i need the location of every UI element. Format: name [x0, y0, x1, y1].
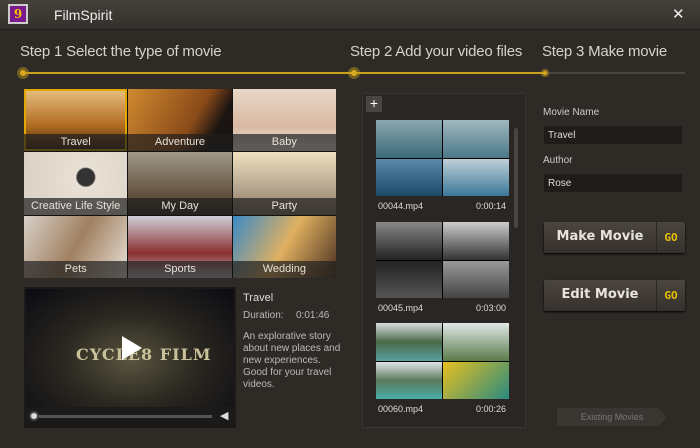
list-scrollbar[interactable] — [514, 128, 518, 228]
close-button[interactable]: ✕ — [672, 5, 685, 23]
category-label: My Day — [128, 197, 232, 215]
volume-icon[interactable]: ◀ — [220, 409, 228, 422]
seek-bar[interactable] — [32, 415, 212, 418]
category-party[interactable]: Party — [232, 152, 336, 215]
step-1-label: Step 1 Select the type of movie — [20, 43, 222, 60]
preview-name: Travel — [243, 292, 274, 304]
clip-name: 00044.mp4 — [378, 201, 424, 211]
category-my-day[interactable]: My Day — [128, 152, 232, 215]
step-3-label: Step 3 Make movie — [542, 43, 667, 60]
category-sports[interactable]: Sports — [128, 215, 232, 278]
step-2-label: Step 2 Add your video files — [350, 43, 523, 60]
step-1-dot[interactable] — [17, 67, 29, 79]
clip-name: 00060.mp4 — [378, 404, 424, 414]
progress-track-done — [22, 72, 545, 74]
category-label: Adventure — [128, 134, 232, 152]
category-label: Travel — [24, 134, 128, 152]
video-title-text: CYCLE8 FILM — [76, 345, 212, 364]
go-icon: GO — [656, 280, 685, 311]
step-3-dot[interactable] — [540, 68, 550, 78]
category-label: Sports — [128, 260, 232, 278]
clip-duration: 0:00:14 — [476, 201, 507, 211]
make-movie-button[interactable]: Make Movie GO — [544, 222, 685, 253]
category-label: Creative Life Style — [24, 197, 128, 215]
seek-handle[interactable] — [29, 411, 39, 421]
category-pets[interactable]: Pets — [24, 215, 128, 278]
duration-label: Duration: — [243, 310, 284, 321]
category-baby[interactable]: Baby — [232, 89, 336, 152]
clip-duration: 0:03:00 — [476, 303, 507, 313]
clip-thumbnail[interactable] — [376, 323, 509, 399]
preview-video[interactable]: CYCLE8 FILM — [26, 289, 234, 407]
category-wedding[interactable]: Wedding — [232, 215, 336, 278]
preview-player: CYCLE8 FILM ◀ — [24, 287, 236, 428]
movie-type-grid: Travel Adventure Baby Creative Life Styl… — [24, 89, 336, 278]
existing-movies-button[interactable]: Existing Movies — [557, 408, 667, 426]
play-icon[interactable] — [122, 336, 142, 360]
movie-name-label: Movie Name — [543, 107, 600, 118]
movie-name-input[interactable] — [543, 125, 683, 145]
author-input[interactable] — [543, 173, 683, 193]
clip-thumbnail[interactable] — [376, 222, 509, 298]
step-2-dot[interactable] — [348, 67, 360, 79]
app-logo-icon: 9 — [8, 4, 28, 24]
go-icon: GO — [656, 222, 685, 253]
preview-description: An explorative story about new places an… — [243, 331, 341, 390]
make-movie-label: Make Movie — [556, 229, 644, 244]
clip-duration: 0:00:26 — [476, 404, 507, 414]
clip-thumbnail[interactable] — [376, 120, 509, 196]
category-creative-life-style[interactable]: Creative Life Style — [24, 152, 128, 215]
clip-name: 00045.mp4 — [378, 303, 424, 313]
duration-value: 0:01:46 — [296, 310, 330, 321]
edit-movie-button[interactable]: Edit Movie GO — [544, 280, 685, 311]
app-title: FilmSpirit — [54, 7, 113, 23]
progress-track-remaining — [545, 72, 685, 74]
category-travel[interactable]: Travel — [24, 89, 128, 152]
author-label: Author — [543, 155, 573, 166]
category-label: Pets — [24, 260, 128, 278]
category-label: Baby — [232, 134, 336, 152]
edit-movie-label: Edit Movie — [561, 287, 639, 302]
category-label: Wedding — [232, 260, 336, 278]
category-adventure[interactable]: Adventure — [128, 89, 232, 152]
category-label: Party — [232, 197, 336, 215]
title-bar: 9 FilmSpirit ✕ — [0, 0, 700, 30]
add-video-button[interactable]: + — [366, 96, 382, 112]
